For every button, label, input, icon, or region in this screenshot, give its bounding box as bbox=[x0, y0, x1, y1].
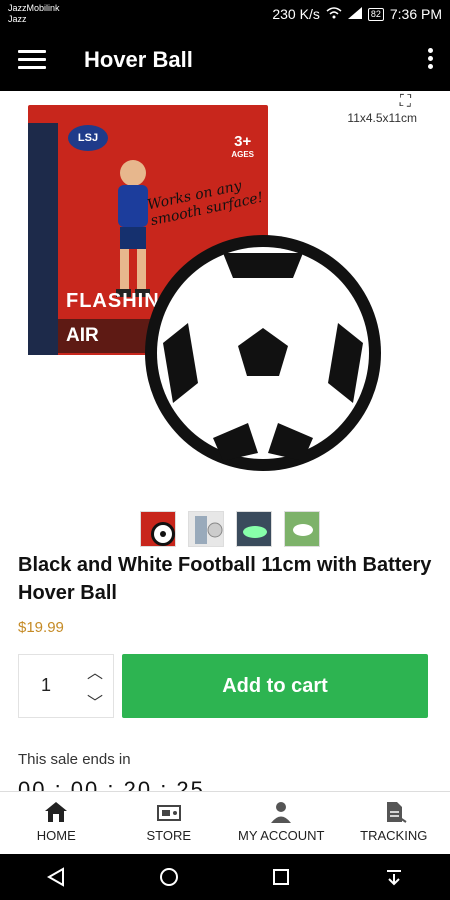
home-icon bbox=[45, 802, 68, 822]
thumbnail-4[interactable] bbox=[284, 511, 320, 547]
age-value: 3+ bbox=[234, 133, 252, 150]
app-bar: Hover Ball bbox=[0, 30, 450, 91]
nav-label-store: STORE bbox=[146, 828, 192, 843]
battery-level: 82 bbox=[370, 8, 381, 19]
thumbnail-3[interactable] bbox=[236, 511, 272, 547]
product-title: Black and White Football 11cm with Batte… bbox=[18, 554, 432, 604]
status-bar: JazzMobilink Jazz 230 K/s 82 7:36 PM bbox=[0, 0, 450, 30]
back-icon[interactable] bbox=[45, 866, 67, 888]
product-image-card[interactable]: ⛶ 11x4.5x11cm LSJ 3+ AGES Works on any s… bbox=[18, 93, 431, 485]
box-side bbox=[28, 123, 58, 355]
nav-label-tracking: TRACKING bbox=[360, 828, 428, 843]
status-right: 230 K/s 82 7:36 PM bbox=[272, 6, 442, 22]
brand-logo: LSJ bbox=[68, 125, 108, 151]
home-circle-icon[interactable] bbox=[158, 866, 180, 888]
quantity-value[interactable]: 1 bbox=[41, 675, 51, 696]
carrier-sub: Jazz bbox=[8, 14, 27, 24]
hover-ball-image bbox=[145, 235, 381, 471]
add-to-cart-button[interactable]: Add to cart bbox=[122, 654, 428, 718]
age-badge: 3+ AGES bbox=[231, 133, 254, 159]
battery-icon: 82 bbox=[367, 7, 384, 21]
notification-pull-icon[interactable] bbox=[383, 866, 405, 888]
nav-item-account[interactable]: MY ACCOUNT bbox=[225, 792, 338, 854]
quantity-stepper: 1 ︿ ﹀ bbox=[18, 654, 114, 718]
system-nav-bar bbox=[0, 854, 450, 900]
size-label: 11x4.5x11cm bbox=[347, 111, 417, 125]
nav-item-store[interactable]: STORE bbox=[113, 792, 226, 854]
product-detail: ⛶ 11x4.5x11cm LSJ 3+ AGES Works on any s… bbox=[0, 91, 450, 791]
nav-item-tracking[interactable]: TRACKING bbox=[338, 792, 450, 854]
hamburger-icon[interactable] bbox=[18, 50, 46, 70]
carrier-info: JazzMobilink Jazz bbox=[8, 3, 60, 25]
chevron-up-icon[interactable]: ︿ bbox=[81, 659, 109, 685]
bottom-nav: HOME STORE MY ACCOUNT TRACKING bbox=[0, 791, 450, 854]
age-sub: AGES bbox=[231, 150, 254, 159]
thumbnail-1[interactable] bbox=[140, 511, 176, 547]
network-speed: 230 K/s bbox=[272, 6, 320, 22]
thumbnail-2[interactable] bbox=[188, 511, 224, 547]
nav-label-account: MY ACCOUNT bbox=[238, 828, 325, 843]
nav-item-home[interactable]: HOME bbox=[0, 792, 113, 854]
sale-countdown: 00 : 00 : 20 : 25 bbox=[18, 777, 205, 791]
sale-label: This sale ends in bbox=[18, 751, 131, 768]
account-icon bbox=[271, 802, 292, 823]
tracking-icon bbox=[386, 802, 407, 823]
store-icon bbox=[156, 805, 181, 821]
nav-label-home: HOME bbox=[36, 828, 76, 843]
page-title: Hover Ball bbox=[84, 47, 193, 72]
clock: 7:36 PM bbox=[389, 6, 442, 22]
more-vert-icon[interactable] bbox=[428, 48, 434, 72]
recents-icon[interactable] bbox=[270, 866, 292, 888]
chevron-down-icon[interactable]: ﹀ bbox=[81, 689, 109, 715]
carrier-name: JazzMobilink bbox=[8, 3, 60, 13]
signal-icon bbox=[347, 6, 362, 22]
wifi-icon bbox=[326, 6, 342, 22]
product-price: $19.99 bbox=[18, 619, 64, 636]
fullscreen-icon[interactable]: ⛶ bbox=[400, 93, 411, 111]
thumbnail-strip bbox=[140, 511, 320, 547]
